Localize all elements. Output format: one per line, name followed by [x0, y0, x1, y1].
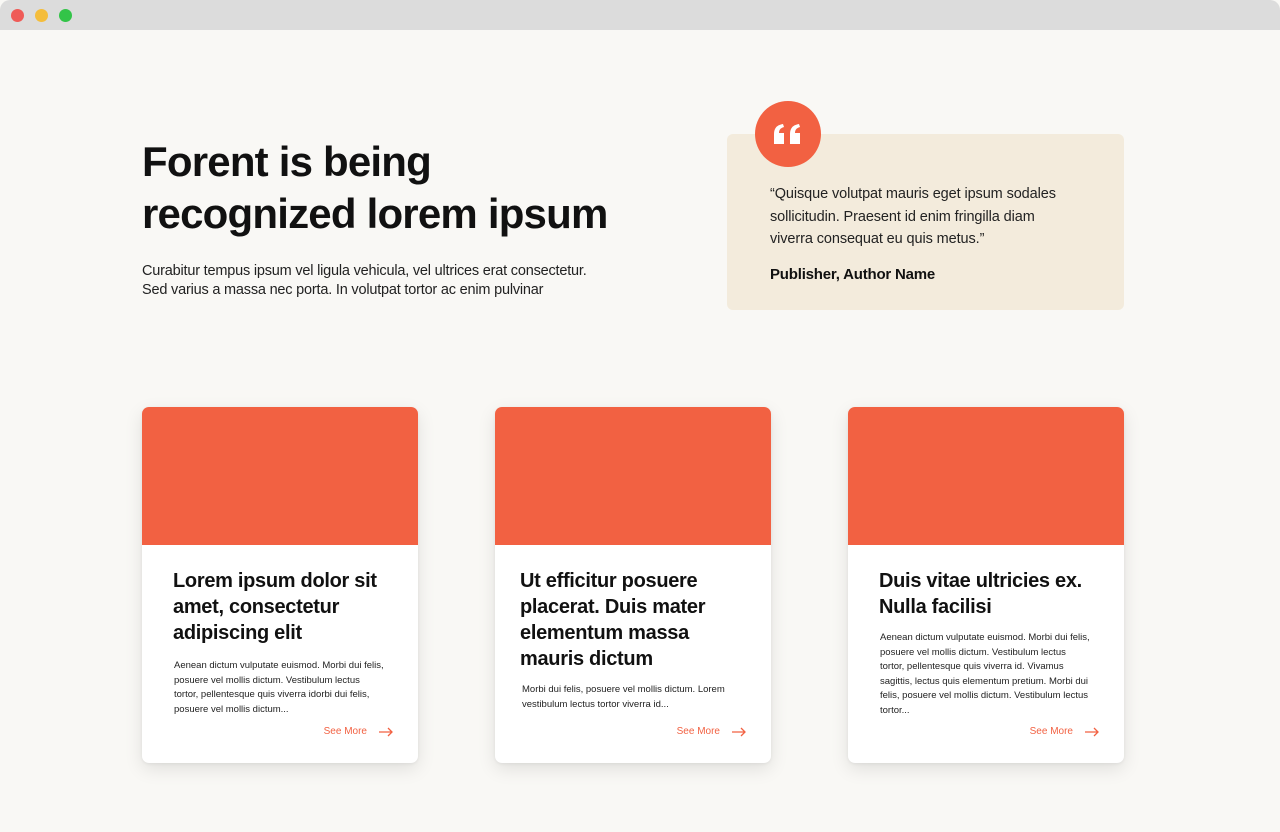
- card-desc-line: Morbi dui felis, posuere vel mollis dict…: [522, 684, 725, 695]
- see-more-link[interactable]: See More: [324, 726, 394, 737]
- card-desc-line: sagittis, lectus quis elementum pretium.…: [880, 675, 1089, 687]
- arrow-right-icon: [1085, 727, 1099, 736]
- card-description: Aenean dictum vulputate euismod. Morbi d…: [174, 659, 406, 717]
- card-desc-line: posuere vel mollis dictum...: [174, 703, 289, 715]
- hero-subtitle: Curabitur tempus ipsum vel ligula vehicu…: [142, 262, 642, 300]
- card-title-line: Duis vitae ultricies ex.: [879, 570, 1082, 592]
- card-desc-line: posuere vel mollis dictum. Vestibulum le…: [880, 646, 1066, 658]
- card-title-line: mauris dictum: [520, 648, 653, 670]
- card-description: Morbi dui felis, posuere vel mollis dict…: [522, 683, 754, 712]
- card-desc-line: Aenean dictum vulputate euismod. Morbi d…: [174, 660, 384, 671]
- feature-card: Lorem ipsum dolor sit amet, consectetur …: [142, 407, 418, 763]
- hero-subtitle-line: Curabitur tempus ipsum vel ligula vehicu…: [142, 263, 587, 279]
- card-image: [848, 407, 1124, 545]
- card-title-line: elementum massa: [520, 622, 689, 644]
- arrow-right-icon: [732, 727, 746, 736]
- quote-icon: [755, 101, 821, 167]
- card-title-line: placerat. Duis mater: [520, 596, 706, 618]
- quote-icon-glyph: [774, 124, 800, 144]
- maximize-window-button[interactable]: [59, 9, 72, 22]
- card-title-line: Nulla facilisi: [879, 596, 992, 618]
- card-title-line: adipiscing elit: [173, 622, 302, 644]
- card-description: Aenean dictum vulputate euismod. Morbi d…: [880, 631, 1112, 718]
- page-content: Forent is being recognized lorem ipsum C…: [0, 30, 1280, 832]
- arrow-right-icon: [379, 727, 393, 736]
- feature-card: Ut efficitur posuere placerat. Duis mate…: [495, 407, 771, 763]
- card-desc-line: tortor, pellentesque quis viverra id. Vi…: [880, 661, 1064, 672]
- card-title-line: Ut efficitur posuere: [520, 570, 698, 592]
- card-title: Duis vitae ultricies ex. Nulla facilisi: [879, 568, 1109, 620]
- testimonial-author: Publisher, Author Name: [770, 266, 936, 283]
- window-titlebar: [0, 0, 1280, 30]
- card-desc-line: posuere vel mollis dictum. Vestibulum le…: [174, 674, 360, 686]
- card-title-line: Lorem ipsum dolor sit: [173, 570, 377, 592]
- see-more-label: See More: [323, 726, 367, 737]
- quote-line: “Quisque volutpat mauris eget ipsum soda…: [770, 186, 1056, 202]
- card-title-line: amet, consectetur: [173, 596, 340, 618]
- hero-subtitle-line: Sed varius a massa nec porta. In volutpa…: [142, 282, 544, 298]
- hero-title: Forent is being recognized lorem ipsum: [142, 136, 702, 240]
- see-more-label: See More: [1029, 726, 1073, 737]
- see-more-label: See More: [676, 726, 720, 737]
- card-desc-line: felis, posuere vel mollis dictum. Vestib…: [880, 690, 1089, 701]
- card-desc-line: tortor...: [880, 704, 910, 716]
- card-image: [495, 407, 771, 545]
- hero-title-line: recognized lorem ipsum: [142, 190, 608, 237]
- quote-line: viverra consequat eu quis metus.”: [770, 231, 985, 247]
- card-title: Ut efficitur posuere placerat. Duis mate…: [520, 568, 750, 672]
- feature-card: Duis vitae ultricies ex. Nulla facilisi …: [848, 407, 1124, 763]
- card-desc-line: tortor, pellentesque quis viverra idorbi…: [174, 689, 370, 700]
- card-desc-line: Aenean dictum vulputate euismod. Morbi d…: [880, 632, 1090, 643]
- see-more-link[interactable]: See More: [1030, 726, 1100, 737]
- card-image: [142, 407, 418, 545]
- quote-line: sollicitudin. Praesent id enim fringilla…: [770, 208, 1035, 225]
- minimize-window-button[interactable]: [35, 9, 48, 22]
- testimonial-quote: “Quisque volutpat mauris eget ipsum soda…: [770, 183, 1100, 251]
- card-title: Lorem ipsum dolor sit amet, consectetur …: [173, 568, 403, 646]
- card-desc-line: vestibulum lectus tortor viverra id...: [522, 698, 669, 710]
- hero-title-line: Forent is being: [142, 138, 432, 185]
- see-more-link[interactable]: See More: [677, 726, 747, 737]
- close-window-button[interactable]: [11, 9, 24, 22]
